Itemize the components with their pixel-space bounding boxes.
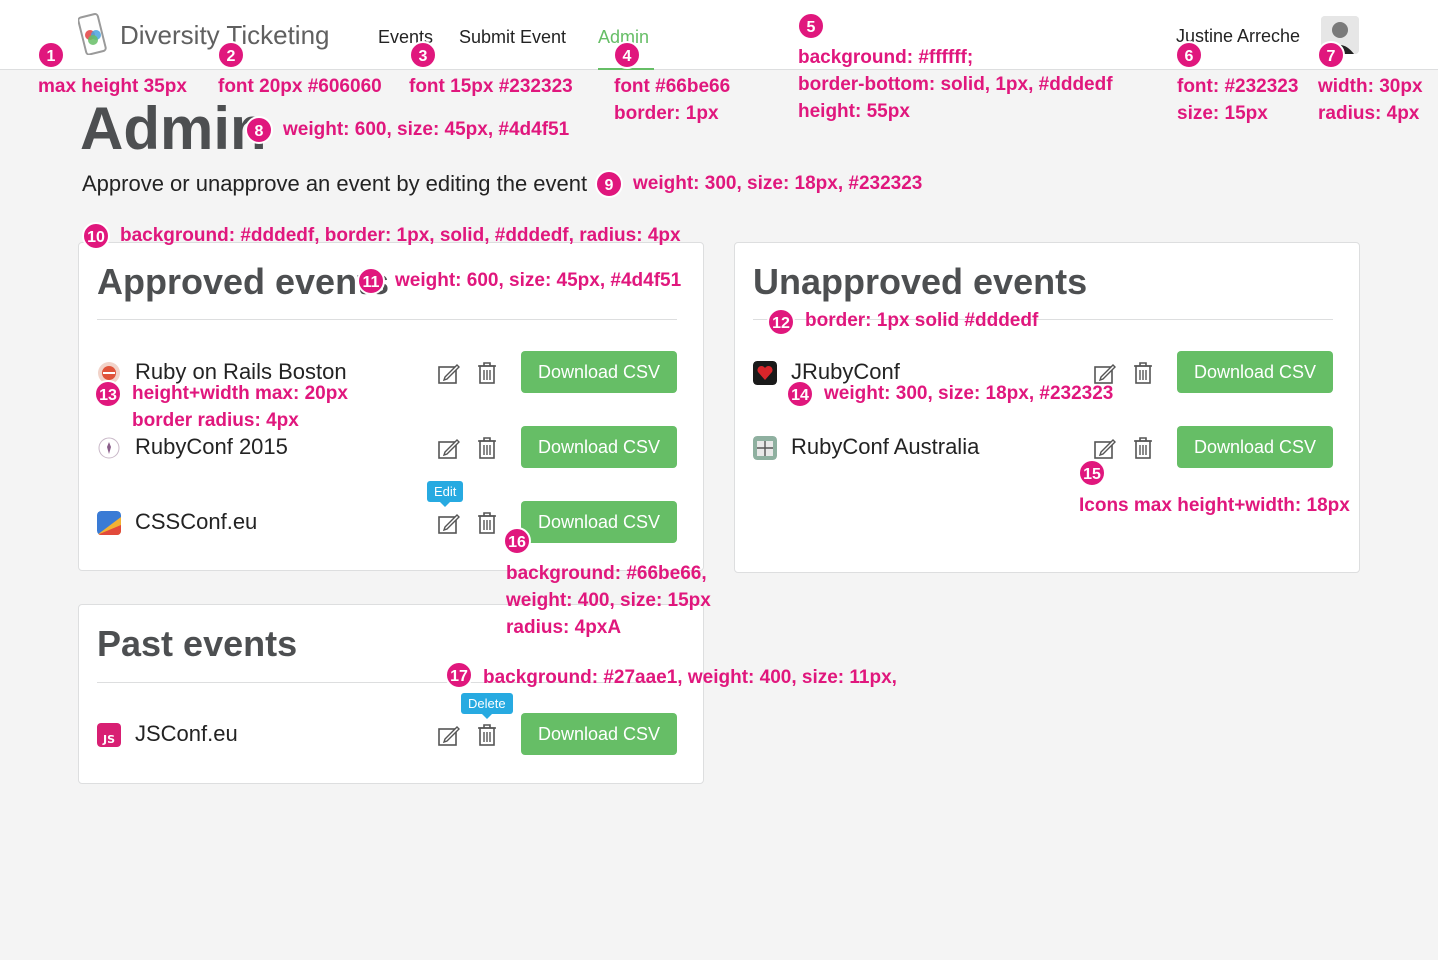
download-csv-button[interactable]: Download CSV	[521, 713, 677, 755]
annotation-badge: 3	[409, 41, 437, 69]
edit-icon[interactable]	[437, 438, 461, 460]
annotation-note: background: #dddedf, border: 1px, solid,…	[120, 225, 681, 246]
page-title: Admin	[80, 95, 267, 162]
annotation-badge: 13	[94, 380, 122, 408]
event-name: JSConf.eu	[135, 721, 238, 746]
unapproved-events-panel: Unapproved events JRubyConf Download CSV…	[734, 242, 1360, 573]
event-name: RubyConf 2015	[135, 434, 288, 459]
annotation-note: border-bottom: solid, 1px, #dddedf	[798, 74, 1113, 95]
annotation-note: radius: 4px	[1318, 103, 1420, 124]
annotation-badge: 14	[786, 380, 814, 408]
annotation-note: background: #66be66,	[506, 563, 707, 584]
annotation-badge: 16	[503, 527, 531, 555]
download-csv-button[interactable]: Download CSV	[1177, 426, 1333, 468]
svg-text:JS: JS	[102, 733, 115, 746]
ticket-logo-icon[interactable]	[78, 13, 108, 55]
annotation-note: max height 35px	[38, 76, 187, 97]
edit-icon[interactable]	[437, 363, 461, 385]
edit-icon[interactable]	[437, 513, 461, 535]
event-logo-icon	[98, 437, 120, 459]
edit-icon[interactable]	[437, 725, 461, 747]
event-name: CSSConf.eu	[135, 509, 258, 534]
panel-title: Unapproved events	[753, 261, 1088, 302]
annotation-note: Icons max height+width: 18px	[1079, 495, 1350, 516]
annotation-badge: 10	[82, 222, 110, 250]
trash-icon[interactable]	[476, 723, 498, 747]
download-csv-button[interactable]: Download CSV	[521, 351, 677, 393]
event-row: CSSConf.eu Edit Download CSV	[79, 481, 703, 545]
annotation-note: border: 1px solid #dddedf	[805, 310, 1039, 331]
event-logo-icon	[753, 436, 777, 460]
annotation-note: border radius: 4px	[132, 410, 299, 431]
top-navbar: Diversity Ticketing Events Submit Event …	[0, 0, 1438, 70]
delete-tooltip: Delete	[461, 693, 513, 719]
page-subtitle: Approve or unapprove an event by editing…	[82, 171, 588, 196]
edit-icon[interactable]	[1093, 438, 1117, 460]
download-csv-button[interactable]: Download CSV	[521, 501, 677, 543]
annotation-badge: 8	[245, 116, 273, 144]
trash-icon[interactable]	[476, 361, 498, 385]
panel-title: Past events	[97, 623, 298, 664]
annotation-note: radius: 4pxA	[506, 617, 622, 638]
annotation-badge: 5	[797, 12, 825, 40]
download-csv-button[interactable]: Download CSV	[1177, 351, 1333, 393]
download-csv-button[interactable]: Download CSV	[521, 426, 677, 468]
annotation-badge: 2	[217, 41, 245, 69]
panel-divider	[97, 319, 677, 320]
annotation-note: height: 55px	[798, 101, 910, 122]
annotation-badge: 4	[613, 41, 641, 69]
annotation-note: width: 30px	[1318, 76, 1423, 97]
annotation-badge: 6	[1175, 41, 1203, 69]
event-name: RubyConf Australia	[791, 434, 980, 459]
annotation-badge: 7	[1317, 41, 1345, 69]
annotation-note: background: #27aae1, weight: 400, size: …	[483, 667, 897, 688]
trash-icon[interactable]	[1132, 436, 1154, 460]
event-logo-icon	[97, 511, 121, 535]
annotation-badge: 11	[357, 267, 385, 295]
annotation-note: weight: 600, size: 45px, #4d4f51	[395, 270, 682, 291]
trash-icon[interactable]	[1132, 361, 1154, 385]
annotation-badge: 12	[767, 308, 795, 336]
annotation-note: weight: 300, size: 18px, #232323	[633, 173, 923, 194]
event-logo-icon	[753, 361, 777, 385]
event-row: JS JSConf.eu Delete Download CSV	[79, 693, 703, 757]
event-logo-icon: JS	[97, 723, 121, 747]
event-row: RubyConf Australia Download CSV	[735, 426, 1359, 470]
nav-submit-event[interactable]: Submit Event	[459, 27, 566, 48]
annotation-note: height+width max: 20px	[132, 383, 348, 404]
annotation-note: weight: 600, size: 45px, #4d4f51	[283, 119, 570, 140]
annotation-badge: 9	[595, 170, 623, 198]
annotation-badge: 1	[37, 41, 65, 69]
edit-tooltip: Edit	[427, 481, 464, 507]
annotation-badge: 17	[445, 661, 473, 689]
annotation-note: weight: 300, size: 18px, #232323	[824, 383, 1114, 404]
trash-icon[interactable]	[476, 511, 498, 535]
panel-title: Approved events	[97, 261, 390, 302]
annotation-note: font 15px #232323	[409, 76, 573, 97]
annotation-note: size: 15px	[1177, 103, 1268, 124]
annotation-note: font #66be66	[614, 76, 731, 97]
annotation-badge: 15	[1078, 459, 1106, 487]
annotation-note: weight: 400, size: 15px	[506, 590, 711, 611]
annotation-note: font 20px #606060	[218, 76, 382, 97]
annotation-note: border: 1px	[614, 103, 719, 124]
trash-icon[interactable]	[476, 436, 498, 460]
annotation-note: background: #ffffff;	[798, 47, 974, 68]
annotation-note: font: #232323	[1177, 76, 1299, 97]
